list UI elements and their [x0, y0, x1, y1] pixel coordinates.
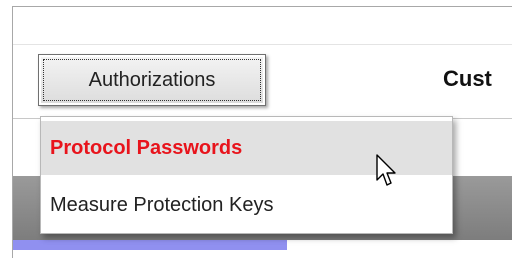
- authorizations-button-label: Authorizations: [88, 69, 216, 91]
- toolbar-divider: [13, 44, 512, 45]
- progress-bar-fill: [13, 240, 288, 250]
- window-top-border: [12, 6, 512, 7]
- page-title: Cust: [443, 66, 492, 91]
- arrow-cursor-icon: [376, 154, 396, 186]
- progress-bar: [13, 240, 512, 250]
- authorizations-button[interactable]: Authorizations: [38, 54, 266, 106]
- app-frame: Authorizations Cust Protocol Passwords M…: [0, 0, 512, 258]
